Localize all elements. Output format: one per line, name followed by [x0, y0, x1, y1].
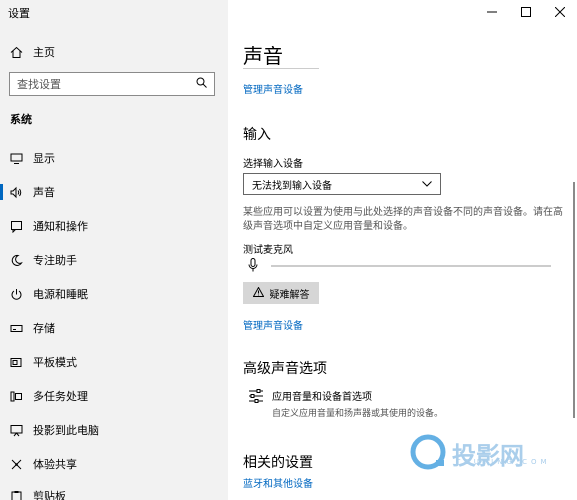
notification-icon [9, 219, 23, 233]
sidebar-item-sound[interactable]: 声音 [0, 177, 228, 207]
input-device-dropdown[interactable]: 无法找到输入设备 [243, 173, 441, 195]
sidebar-item-label: 多任务处理 [33, 390, 88, 403]
sidebar-item-notifications[interactable]: 通知和操作 [0, 211, 228, 241]
search-input[interactable]: 查找设置 [9, 72, 215, 96]
section-label: 系统 [10, 113, 32, 126]
sidebar-item-label: 专注助手 [33, 254, 77, 267]
sidebar-item-label: 存储 [33, 322, 55, 335]
sidebar-item-multitasking[interactable]: 多任务处理 [0, 381, 228, 411]
storage-icon [9, 321, 23, 335]
dropdown-value: 无法找到输入设备 [252, 180, 332, 192]
app-volume-preferences-item[interactable]: 应用音量和设备首选项 自定义应用音量和扬声器或其使用的设备。 [248, 388, 443, 419]
window-title: 设置 [8, 7, 30, 20]
sidebar-item-label: 投影到此电脑 [33, 424, 99, 437]
warning-icon [252, 285, 264, 300]
sidebar-item-label: 声音 [33, 186, 55, 199]
clipboard-icon [9, 489, 23, 500]
tablet-icon [9, 355, 23, 369]
watermark-logo-icon [408, 432, 448, 475]
mic-level-meter [247, 257, 553, 275]
main-content: 声音 管理声音设备 输入 选择输入设备 无法找到输入设备 某些应用可以设置为使用… [228, 0, 577, 500]
page-title: 声音 [243, 44, 283, 68]
project-icon [9, 423, 23, 437]
sidebar-item-label: 剪贴板 [33, 490, 66, 500]
sidebar: 设置 主页 查找设置 系统 显示 声音 通知和操作 专注助手 电源和睡眠 存储 … [0, 0, 228, 500]
share-icon [9, 457, 23, 471]
manage-sound-devices-link[interactable]: 管理声音设备 [243, 81, 303, 96]
scrollbar[interactable] [573, 182, 575, 418]
power-icon [9, 287, 23, 301]
manage-sound-devices-link-bottom[interactable]: 管理声音设备 [243, 317, 303, 332]
sidebar-item-storage[interactable]: 存储 [0, 313, 228, 343]
mic-level-track [271, 265, 551, 267]
active-indicator [0, 184, 3, 200]
sidebar-item-clipboard[interactable]: 剪贴板 [0, 481, 228, 500]
select-input-label: 选择输入设备 [243, 159, 303, 170]
advanced-item-desc: 自定义应用音量和扬声器或其使用的设备。 [272, 409, 444, 419]
sidebar-item-shared-experiences[interactable]: 体验共享 [0, 449, 228, 479]
watermark: 投影网 TOUYING.COM [408, 432, 547, 475]
speaker-icon [9, 185, 23, 199]
sidebar-item-label: 通知和操作 [33, 220, 88, 233]
sidebar-item-label: 体验共享 [33, 458, 77, 471]
sidebar-item-home[interactable]: 主页 [0, 37, 228, 67]
monitor-icon [9, 151, 23, 165]
advanced-heading: 高级声音选项 [243, 361, 327, 377]
sidebar-item-tablet-mode[interactable]: 平板模式 [0, 347, 228, 377]
watermark-subtext: TOUYING.COM [456, 458, 551, 466]
input-description: 某些应用可以设置为使用与此处选择的声音设备不同的声音设备。请在高级声音选项中自定… [243, 207, 563, 232]
sidebar-item-project-to-pc[interactable]: 投影到此电脑 [0, 415, 228, 445]
test-mic-label: 测试麦克风 [243, 245, 293, 256]
sidebar-item-focus-assist[interactable]: 专注助手 [0, 245, 228, 275]
search-icon[interactable] [196, 77, 207, 91]
moon-icon [9, 253, 23, 267]
sidebar-item-label: 显示 [33, 152, 55, 165]
microphone-icon [247, 257, 259, 275]
sidebar-item-label: 主页 [33, 46, 55, 59]
chevron-down-icon [422, 179, 432, 190]
troubleshoot-button[interactable]: 疑难解答 [243, 282, 319, 304]
title-divider [243, 68, 319, 69]
bluetooth-devices-link[interactable]: 蓝牙和其他设备 [243, 475, 313, 490]
troubleshoot-label: 疑难解答 [269, 289, 310, 301]
sidebar-item-display[interactable]: 显示 [0, 143, 228, 173]
sidebar-item-label: 平板模式 [33, 356, 77, 369]
multitask-icon [9, 389, 23, 403]
home-icon [9, 45, 23, 59]
related-settings-heading: 相关的设置 [243, 455, 313, 471]
search-placeholder: 查找设置 [17, 78, 61, 91]
sidebar-item-label: 电源和睡眠 [33, 288, 88, 301]
sliders-icon [248, 388, 264, 419]
advanced-item-title: 应用音量和设备首选项 [272, 392, 372, 403]
sidebar-item-power-sleep[interactable]: 电源和睡眠 [0, 279, 228, 309]
input-heading: 输入 [243, 127, 271, 143]
